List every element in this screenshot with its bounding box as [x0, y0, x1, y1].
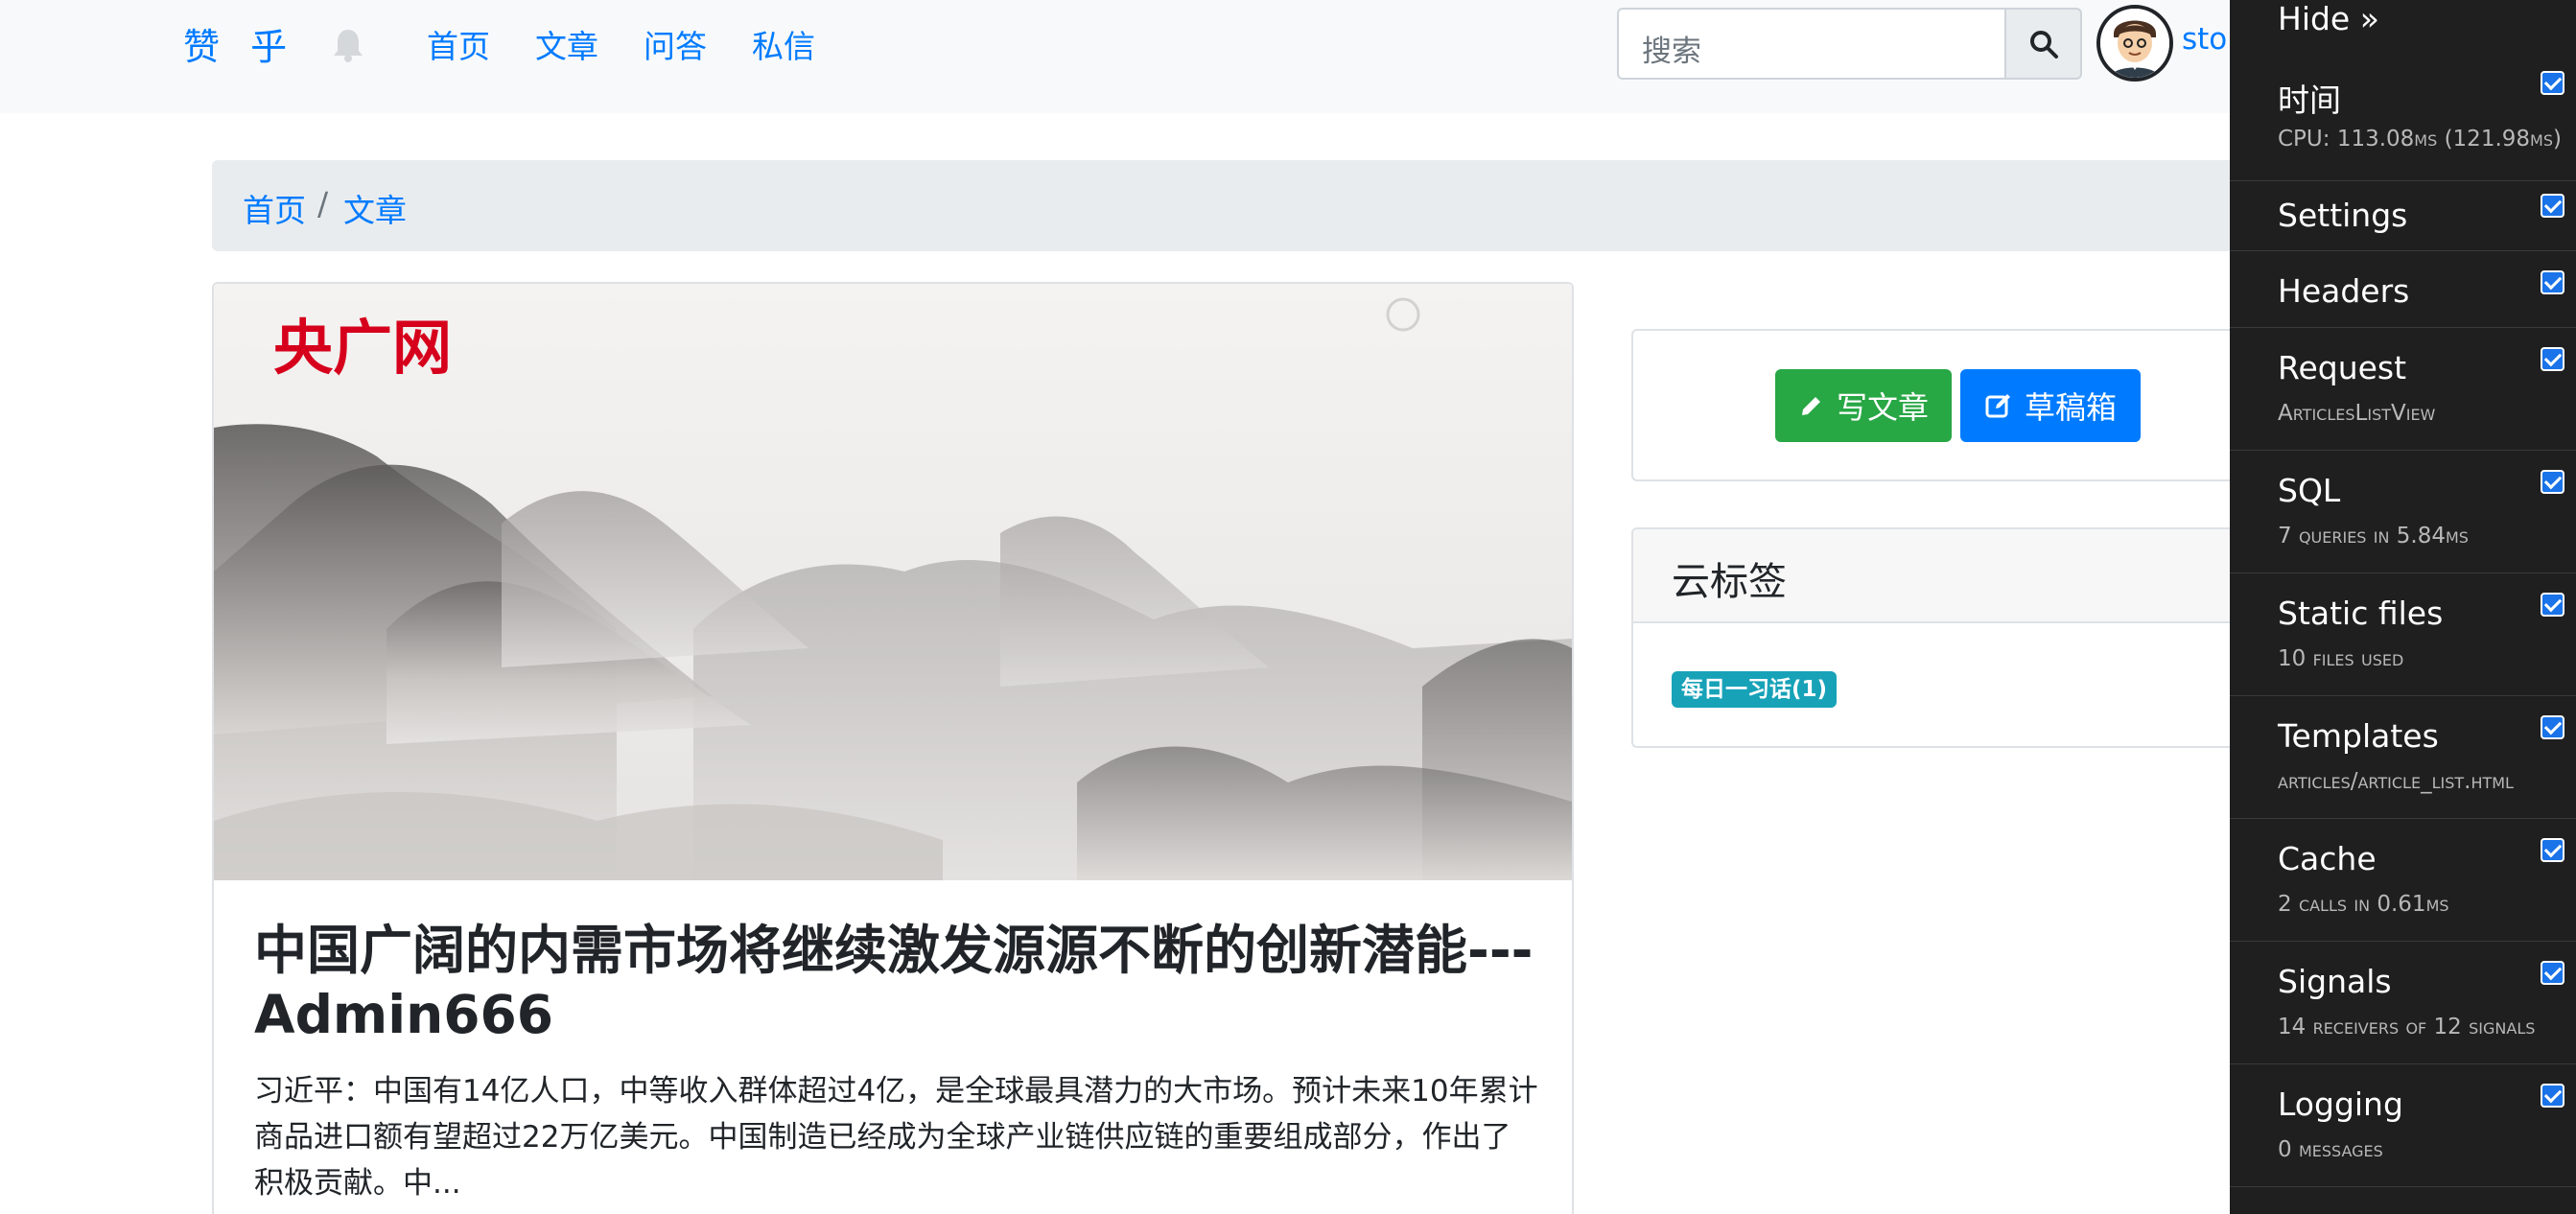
debug-panel-subtitle: 7 queries in 5.84ms: [2278, 524, 2469, 549]
debug-panel-checkbox[interactable]: [2541, 71, 2564, 95]
article-card: 央广网 中国广阔的内需市场将继续激发源源不断的创新潜能---Admin666 习…: [212, 282, 1574, 1214]
debug-panel-title: SQL: [2278, 472, 2341, 509]
debug-panel-signals[interactable]: Signals 14 receivers of 12 signals: [2230, 942, 2576, 1064]
debug-panel-sql[interactable]: SQL 7 queries in 5.84ms: [2230, 451, 2576, 573]
article-image-watermark: 央广网: [273, 313, 452, 383]
notification-bell-icon[interactable]: [332, 27, 364, 63]
debug-panel-logging[interactable]: Logging 0 messages: [2230, 1064, 2576, 1187]
debug-panel-title: 时间: [2278, 82, 2341, 119]
debug-toolbar-hide-button[interactable]: Hide »: [2278, 0, 2379, 37]
debug-panel-checkbox[interactable]: [2541, 194, 2564, 218]
article-image[interactable]: 央广网: [214, 284, 1572, 880]
nav-link-messages[interactable]: 私信: [752, 21, 815, 67]
breadcrumb-current[interactable]: 文章: [343, 185, 407, 231]
debug-panel-subtitle: CPU: 113.08ms (121.98ms): [2278, 127, 2562, 152]
debug-panel-time[interactable]: 时间 CPU: 113.08ms (121.98ms): [2230, 61, 2576, 181]
debug-panel-title: Logging: [2278, 1086, 2403, 1123]
debug-panel-title: Cache: [2278, 840, 2377, 877]
article-excerpt: 习近平：中国有14亿人口，中等收入群体超过4亿，是全球最具潜力的大市场。预计未来…: [254, 1074, 1538, 1201]
debug-panel-headers[interactable]: Headers: [2230, 251, 2576, 328]
nav-link-articles[interactable]: 文章: [535, 21, 598, 67]
debug-panel-templates[interactable]: Templates articles/article_list.html: [2230, 696, 2576, 819]
article-title[interactable]: 中国广阔的内需市场将继续激发源源不断的创新潜能---Admin666: [254, 919, 1539, 1047]
debug-panel-checkbox[interactable]: [2541, 838, 2564, 862]
debug-toolbar: Hide » 时间 CPU: 113.08ms (121.98ms) Setti…: [2230, 0, 2576, 1214]
debug-panel-checkbox[interactable]: [2541, 470, 2564, 494]
debug-panel-checkbox[interactable]: [2541, 347, 2564, 371]
debug-panel-title: Settings: [2278, 197, 2408, 234]
user-avatar[interactable]: [2096, 5, 2173, 82]
search-icon: [2029, 30, 2058, 58]
debug-panel-title: Request: [2278, 349, 2407, 386]
debug-panel-checkbox[interactable]: [2541, 270, 2564, 294]
write-article-label: 写文章: [1836, 389, 1929, 426]
debug-panel-subtitle: 10 files used: [2278, 646, 2404, 671]
tag-cloud-card: 云标签 每日一习话(1): [1631, 527, 2322, 748]
debug-panel-title: Headers: [2278, 272, 2410, 310]
breadcrumb-home[interactable]: 首页: [243, 185, 306, 231]
write-article-button[interactable]: 写文章: [1775, 369, 1952, 442]
debug-panel-subtitle: 0 messages: [2278, 1137, 2383, 1162]
debug-panel-subtitle: 14 receivers of 12 signals: [2278, 1015, 2536, 1039]
debug-panel-checkbox[interactable]: [2541, 715, 2564, 739]
article-card-body: 中国广阔的内需市场将继续激发源源不断的创新潜能---Admin666 习近平：中…: [254, 919, 1539, 1206]
brand-logo[interactable]: 赞 乎: [183, 17, 296, 70]
breadcrumb: 首页 / 文章: [212, 160, 2360, 251]
search-button[interactable]: [2004, 8, 2082, 80]
top-navbar: 赞 乎 首页 文章 问答 私信 搜索 storm: [0, 0, 2576, 113]
search-input[interactable]: 搜索: [1617, 8, 2006, 80]
debug-panel-checkbox[interactable]: [2541, 1084, 2564, 1108]
debug-panel-title: Static files: [2278, 595, 2444, 632]
drafts-button[interactable]: 草稿箱: [1960, 369, 2141, 442]
debug-panel-settings[interactable]: Settings: [2230, 181, 2576, 251]
debug-panel-subtitle: ArticlesListView: [2278, 401, 2436, 426]
debug-panel-checkbox[interactable]: [2541, 593, 2564, 617]
debug-panel-static-files[interactable]: Static files 10 files used: [2230, 573, 2576, 696]
nav-link-qa[interactable]: 问答: [644, 21, 707, 67]
debug-panel-checkbox[interactable]: [2541, 961, 2564, 985]
pencil-icon: [1801, 397, 1820, 415]
tag-cloud-header: 云标签: [1633, 529, 2320, 623]
article-actions-card: 写文章 草稿箱: [1631, 329, 2322, 481]
debug-panel-cache[interactable]: Cache 2 calls in 0.61ms: [2230, 819, 2576, 942]
breadcrumb-separator: /: [317, 185, 329, 222]
debug-panel-request[interactable]: Request ArticlesListView: [2230, 328, 2576, 451]
drafts-label: 草稿箱: [2024, 389, 2117, 426]
debug-panel-title: Signals: [2278, 963, 2392, 1000]
nav-link-home[interactable]: 首页: [427, 21, 490, 67]
debug-panel-title: Templates: [2278, 717, 2439, 755]
debug-panel-subtitle: 2 calls in 0.61ms: [2278, 892, 2449, 917]
debug-panel-subtitle: articles/article_list.html: [2278, 769, 2514, 794]
edit-icon: [1985, 394, 2010, 418]
tag-badge[interactable]: 每日一习话(1): [1672, 671, 1838, 708]
